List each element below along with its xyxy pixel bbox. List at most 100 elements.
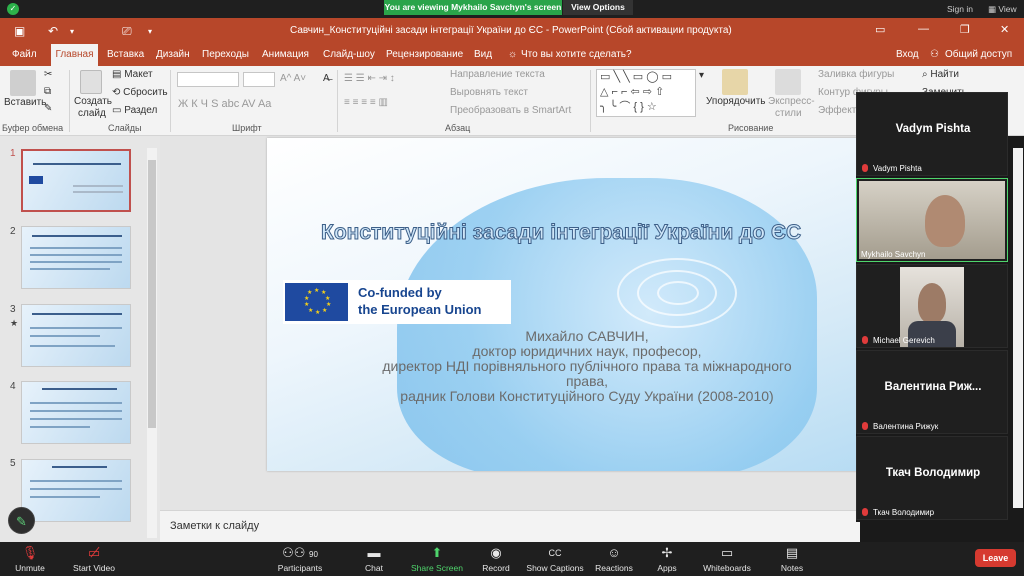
quick-styles-label-2[interactable]: стили [775,108,802,119]
group-font: Шрифт [232,123,262,133]
svg-text:★: ★ [314,287,319,294]
chat-button[interactable]: ▬ Chat [344,542,404,576]
quick-styles-label-1[interactable]: Экспресс- [768,96,815,107]
whiteboard-icon: ▭ [720,545,734,560]
align-icons[interactable]: ≡ ≡ ≡ ≡ ▥ [344,97,388,108]
font-name-combo[interactable] [177,72,239,87]
slide-number: 1 [10,148,16,159]
ribbon-options-icon[interactable]: ▭ [875,23,885,36]
font-size-combo[interactable] [243,72,275,87]
tab-transitions[interactable]: Переходы [202,49,249,60]
tab-design[interactable]: Дизайн [156,49,190,60]
find-button[interactable]: ⌕ Найти [922,69,959,80]
reactions-label: Reactions [595,563,633,573]
participants-count: 90 [309,550,318,559]
restore-icon[interactable]: ❐ [960,23,970,36]
paste-button[interactable]: Вставить [4,97,46,108]
tab-animation[interactable]: Анимация [262,49,309,60]
bullets-icon[interactable]: ☰ ☰ ⇤ ⇥ ↕ [344,73,395,84]
text-direction-button[interactable]: Направление текста [450,69,545,80]
view-button[interactable]: ▦ View [988,4,1017,15]
grow-font-icon[interactable]: A^ A˅ [280,73,306,84]
arrange-button[interactable]: Упорядочить [706,96,766,107]
new-slide-label-2[interactable]: слайд [78,108,106,119]
reset-button[interactable]: ⟲ Сбросить [112,87,168,98]
quick-styles-icon[interactable] [775,69,801,95]
paste-icon[interactable] [10,70,36,96]
participant-tile-active[interactable]: Mykhailo Savchyn [856,178,1008,262]
align-text-button[interactable]: Выровнять текст [450,87,528,98]
section-button[interactable]: ▭ Раздел [112,105,157,116]
participant-tile[interactable]: Ткач Володимир Ткач Володимир [856,436,1008,520]
mic-muted-icon [862,336,868,344]
reset-label: Сбросить [123,87,168,98]
smartart-button[interactable]: Преобразовать в SmartArt [450,105,571,116]
ribbon-tabs: Файл Вставка Дизайн Переходы Анимация Сл… [0,44,1024,66]
view-options-button[interactable]: View Options [563,0,633,15]
new-slide-icon[interactable] [80,70,102,94]
participant-tile[interactable]: Michael Gerevich [856,264,1008,348]
participant-tile[interactable]: Валентина Риж... Валентина Рижук [856,350,1008,434]
shapes-gallery[interactable]: ▭ ╲ ╲ ▭ ◯ ▭ △ ⌐ ⌐ ⇦ ⇨ ⇧ ╮ ╰ ⌒ { } ☆ [596,69,696,117]
clear-format-icon[interactable]: A̶ [323,73,330,84]
participant-tile[interactable]: Vadym Pishta Vadym Pishta [856,92,1008,176]
slide-canvas[interactable]: Конституційні засади інтеграції України … [267,138,860,471]
arrange-icon[interactable] [722,69,748,95]
tab-slideshow[interactable]: Слайд-шоу [323,49,375,60]
shield-icon[interactable]: ✓ [7,3,19,15]
new-slide-label-1[interactable]: Создать [74,96,112,107]
minimize-icon[interactable]: — [918,23,929,35]
thumbnails-scrollbar[interactable] [147,148,157,538]
svg-text:★: ★ [326,301,331,308]
tab-insert[interactable]: Вставка [107,49,144,60]
unmute-button[interactable]: 🎙 Unmute [0,542,60,576]
sign-in-link[interactable]: Sign in [947,4,973,14]
slide-thumbnail-1[interactable] [21,149,131,212]
eu-logo: ★ ★ ★ ★ ★ ★ ★ ★ ★ ★ Co-funded by the European U… [283,280,511,324]
tab-view[interactable]: Вид [474,49,492,60]
captions-button[interactable]: CC Show Captions [524,542,586,576]
dropdown-icon[interactable]: ▾ [70,27,74,36]
slide-thumbnail-2[interactable] [21,226,131,289]
start-video-button[interactable]: ▭̸ Start Video [62,542,126,576]
tab-review[interactable]: Рецензирование [386,49,463,60]
layout-button[interactable]: ▤ Макет [112,69,153,80]
group-paragraph: Абзац [445,123,471,133]
slide-title[interactable]: Конституційні засади інтеграції України … [321,221,860,245]
leave-button[interactable]: Leave [975,549,1016,567]
format-painter-icon[interactable]: ✎ [44,103,52,114]
apps-button[interactable]: ✢ Apps [637,542,697,576]
author-line: радник Голови Конституційного Суду Украї… [400,388,774,404]
copy-icon[interactable]: ⧉ [44,86,51,97]
customize-icon[interactable]: ▾ [148,27,152,36]
notes-button[interactable]: ▤ Notes [762,542,822,576]
share-button[interactable]: Общий доступ [945,49,1012,60]
author-block[interactable]: Михайло САВЧИН, доктор юридичних наук, п… [337,329,837,404]
present-icon[interactable]: ⎚ [122,24,132,39]
whiteboards-label: Whiteboards [703,563,751,573]
participant-display-name: Ткач Володимир [885,467,981,479]
font-style-buttons[interactable]: Ж К Ч S abc AV Aa [178,98,271,110]
record-button[interactable]: ◉ Record [466,542,526,576]
close-icon[interactable]: ✕ [1000,23,1009,36]
slide-thumbnail-3[interactable] [21,304,131,367]
slide-thumbnail-4[interactable] [21,381,131,444]
editor-scrollbar[interactable] [1013,148,1023,508]
undo-icon[interactable]: ↶ [48,24,58,38]
tell-me-input[interactable]: Что вы хотите сделать? [521,49,632,60]
cut-icon[interactable]: ✂ [44,69,52,80]
gallery-scroll-icon[interactable]: ▾ [699,70,704,81]
reactions-button[interactable]: ☺ Reactions [584,542,644,576]
notes-pane[interactable]: Заметки к слайду [160,510,860,542]
save-icon[interactable]: ▣ [14,24,25,38]
tab-home[interactable]: Главная [51,44,98,66]
signin-link[interactable]: Вход [896,49,919,60]
shape-fill-button[interactable]: Заливка фигуры [818,69,894,80]
apps-label: Apps [657,563,677,573]
whiteboards-button[interactable]: ▭ Whiteboards [697,542,757,576]
participants-button[interactable]: ⚇⚇ 90 Participants [270,542,330,576]
share-screen-button[interactable]: ⬆ Share Screen [407,542,467,576]
annotate-pen-icon[interactable]: ✎ [8,507,35,534]
tab-file[interactable]: Файл [12,49,37,60]
slide-thumbnail-5[interactable] [21,459,131,522]
